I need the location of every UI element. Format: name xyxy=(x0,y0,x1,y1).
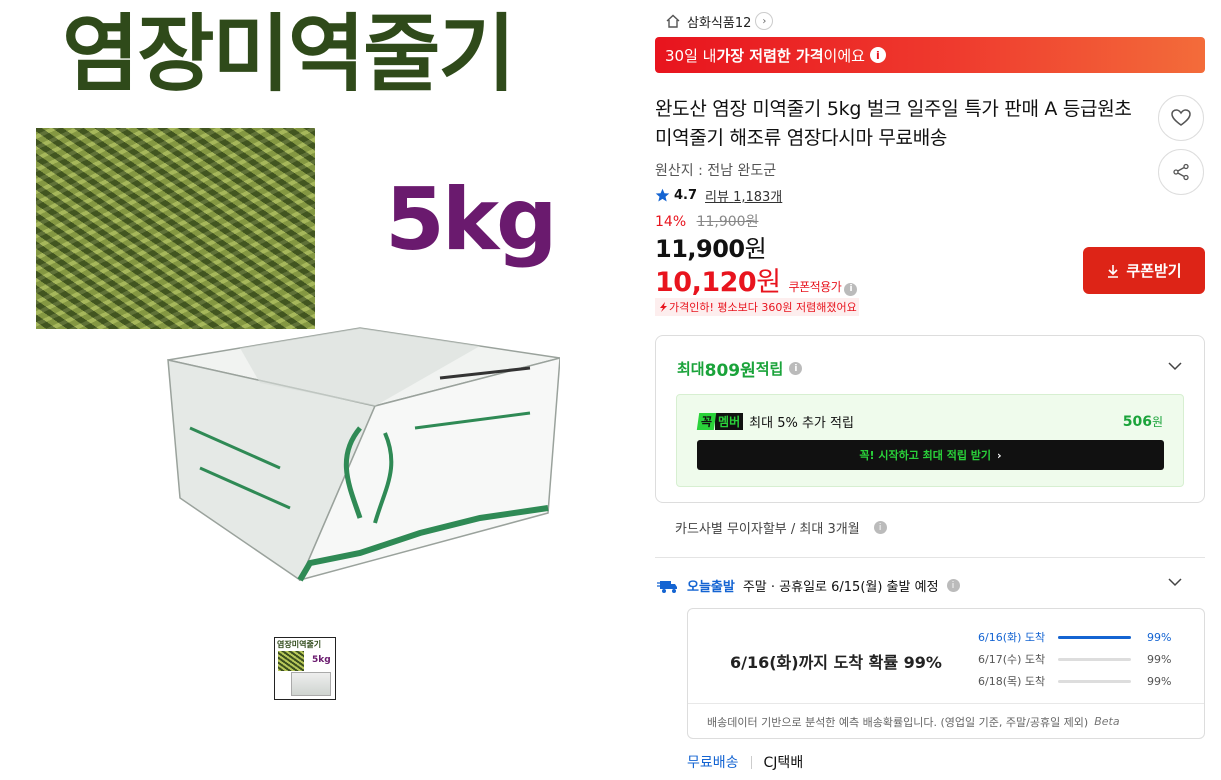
image-title: 염장미역줄기 xyxy=(62,5,516,103)
prediction-main: 6/16(화)까지 도착 확률 99% xyxy=(730,653,942,672)
seaweed-photo xyxy=(36,128,315,329)
price-drop-note: 가격인하! 평소보다 360원 저렴해졌어요 xyxy=(655,298,859,316)
share-button[interactable] xyxy=(1158,149,1204,195)
rating-row[interactable]: 4.7 리뷰 1,183개 xyxy=(655,186,782,205)
discount-pct: 14% xyxy=(655,214,687,230)
star-icon xyxy=(655,188,670,202)
rating-score: 4.7 xyxy=(674,188,698,203)
discount-row: 14% 11,900원 xyxy=(655,211,758,231)
shipping-row: 오늘출발 주말 · 공휴일로 6/15(월) 출발 예정 i xyxy=(657,576,960,595)
prediction-rows: 6/16(화) 도착 99% 6/17(수) 도착 99% 6/18(목) 도착… xyxy=(978,626,1178,692)
download-icon xyxy=(1108,264,1119,278)
member-badge: 꼭 멤버 xyxy=(696,413,744,431)
points-summary[interactable]: 최대 809원 적립 i xyxy=(677,356,803,381)
prediction-bar xyxy=(1058,657,1131,661)
carrier-name: CJ택배 xyxy=(763,755,804,771)
member-text: 최대 5% 추가 적립 xyxy=(749,416,854,431)
share-icon xyxy=(1173,163,1189,181)
member-amount: 506원 xyxy=(1122,414,1163,430)
today-shipping-label: 오늘출발 xyxy=(687,580,735,595)
divider xyxy=(655,557,1205,558)
wishlist-button[interactable] xyxy=(1158,95,1204,141)
home-icon xyxy=(666,14,680,28)
down-arrow-icon xyxy=(660,302,667,312)
store-breadcrumb[interactable]: 삼화식품12 › xyxy=(665,10,774,32)
prediction-footnote: 배송데이터 기반으로 분석한 예측 배송확률입니다. (영업일 기준, 주말/공… xyxy=(688,703,1204,739)
truck-icon xyxy=(657,580,677,593)
banner-suffix: 이에요 xyxy=(823,46,865,65)
member-start-button[interactable]: 꼭! 시작하고 최대 적립 받기 › xyxy=(697,440,1164,470)
image-weight: 5kg xyxy=(385,170,558,270)
prediction-row: 6/18(목) 도착 99% xyxy=(978,674,1172,689)
product-title: 완도산 염장 미역줄기 5kg 벌크 일주일 특가 판매 A 등급원초 미역줄기… xyxy=(655,98,1132,149)
info-icon[interactable]: i xyxy=(844,282,858,296)
thumbnail-title: 염장미역줄기 xyxy=(277,640,322,649)
banner-prefix: 30일 내 xyxy=(665,46,717,65)
prediction-row: 6/16(화) 도착 99% xyxy=(978,630,1172,645)
chevron-right-icon: › xyxy=(997,448,1002,462)
points-box: 최대 809원 적립 i 꼭 멤버 최대 5% 추가 적립 506원 꼭! 시작하… xyxy=(655,335,1205,503)
product-box-illustration xyxy=(167,327,560,582)
info-icon[interactable]: i xyxy=(873,521,887,534)
prediction-row: 6/17(수) 도착 99% xyxy=(978,652,1172,667)
store-name: 삼화식품12 xyxy=(687,15,752,31)
coupon-price-label: 쿠폰적용가 xyxy=(788,280,842,294)
shipping-schedule: 주말 · 공휴일로 6/15(월) 출발 예정 xyxy=(742,580,939,595)
heart-icon xyxy=(1171,109,1191,126)
info-icon[interactable]: i xyxy=(946,579,960,592)
origin-info: 원산지 : 전남 완도군 xyxy=(655,163,777,179)
member-promo: 꼭 멤버 최대 5% 추가 적립 506원 꼭! 시작하고 최대 적립 받기 › xyxy=(676,394,1184,487)
sale-price: 11,900원 xyxy=(655,235,767,263)
product-info-panel: 삼화식품12 › 30일 내 가장 저렴한 가격 이에요 i 완도산 염장 미역… xyxy=(655,0,1215,780)
chevron-down-icon[interactable] xyxy=(1167,574,1183,590)
product-image-area: 염장미역줄기 5kg 염장미역줄기 5kg xyxy=(0,0,640,780)
thumbnail[interactable]: 염장미역줄기 5kg xyxy=(274,637,336,700)
shipping-method: 무료배송 CJ택배 xyxy=(687,752,803,772)
prediction-bar xyxy=(1058,635,1131,639)
coupon-price: 10,120 원 쿠폰적용가 i xyxy=(655,260,858,299)
chevron-down-icon[interactable] xyxy=(1167,358,1183,374)
banner-bold: 가장 저렴한 가격 xyxy=(716,46,824,65)
thumbnail-photo xyxy=(278,651,304,671)
info-icon[interactable]: i xyxy=(789,362,803,375)
review-link[interactable]: 리뷰 1,183개 xyxy=(705,186,782,205)
free-shipping-label: 무료배송 xyxy=(687,755,739,771)
prediction-bar xyxy=(1058,679,1131,683)
chevron-right-icon: › xyxy=(755,12,774,30)
get-coupon-button[interactable]: 쿠폰받기 xyxy=(1083,247,1205,294)
thumbnail-weight: 5kg xyxy=(312,655,331,665)
card-installment: 카드사별 무이자할부 / 최대 3개월 i xyxy=(675,518,887,537)
thumbnail-box xyxy=(291,672,331,696)
member-row: 꼭 멤버 최대 5% 추가 적립 xyxy=(696,412,854,431)
delivery-prediction: 6/16(화)까지 도착 확률 99% 6/16(화) 도착 99% 6/17(… xyxy=(687,608,1205,739)
separator xyxy=(750,755,752,769)
original-price: 11,900원 xyxy=(696,214,759,230)
info-icon[interactable]: i xyxy=(869,47,886,63)
lowest-price-banner: 30일 내 가장 저렴한 가격 이에요 i xyxy=(655,37,1205,73)
